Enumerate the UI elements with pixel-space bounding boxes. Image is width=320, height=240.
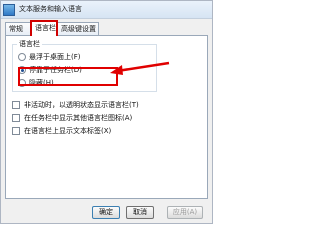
transparent-checkbox[interactable] xyxy=(12,101,20,109)
ok-button[interactable]: 确定 xyxy=(92,206,120,219)
tab-advanced-key-settings[interactable]: 高级键设置 xyxy=(57,22,99,36)
text-services-dialog: 文本服务和输入语言 常规 语言栏 高级键设置 语言栏 悬浮于桌面上(F) 停靠于… xyxy=(0,0,213,224)
window-title: 文本服务和输入语言 xyxy=(19,5,82,13)
hidden-radio[interactable] xyxy=(18,79,26,87)
cancel-button[interactable]: 取消 xyxy=(126,206,154,219)
extra-icons-option[interactable]: 在任务栏中显示其他语言栏图标(A) xyxy=(12,113,202,124)
floating-label: 悬浮于桌面上(F) xyxy=(29,53,81,61)
group-label: 语言栏 xyxy=(17,39,42,49)
transparent-label: 非活动时，以透明状态显示语言栏(T) xyxy=(24,101,139,109)
text-labels-checkbox[interactable] xyxy=(12,127,20,135)
tab-strip: 常规 语言栏 高级键设置 xyxy=(5,20,208,36)
extra-icons-label: 在任务栏中显示其他语言栏图标(A) xyxy=(24,114,133,122)
option-docked[interactable]: 停靠于任务栏(D) xyxy=(18,65,138,76)
extra-icons-checkbox[interactable] xyxy=(12,114,20,122)
option-hidden[interactable]: 隐藏(H) xyxy=(18,78,138,89)
language-bar-panel: 语言栏 悬浮于桌面上(F) 停靠于任务栏(D) 隐藏(H) 非活动时，以透明状态… xyxy=(5,35,208,199)
tab-language-bar[interactable]: 语言栏 xyxy=(30,20,58,36)
docked-radio[interactable] xyxy=(18,66,26,74)
hidden-label: 隐藏(H) xyxy=(29,79,54,87)
text-labels-option[interactable]: 在语言栏上显示文本标签(X) xyxy=(12,126,202,137)
docked-label: 停靠于任务栏(D) xyxy=(29,66,82,74)
tab-general[interactable]: 常规 xyxy=(5,22,31,36)
transparent-option[interactable]: 非活动时，以透明状态显示语言栏(T) xyxy=(12,100,202,111)
text-labels-label: 在语言栏上显示文本标签(X) xyxy=(24,127,112,135)
title-bar: 文本服务和输入语言 xyxy=(1,1,212,19)
apply-button[interactable]: 应用(A) xyxy=(167,206,203,219)
option-floating[interactable]: 悬浮于桌面上(F) xyxy=(18,52,138,63)
language-bar-group: 语言栏 悬浮于桌面上(F) 停靠于任务栏(D) 隐藏(H) xyxy=(12,39,157,92)
floating-radio[interactable] xyxy=(18,53,26,61)
keyboard-icon xyxy=(3,4,15,16)
